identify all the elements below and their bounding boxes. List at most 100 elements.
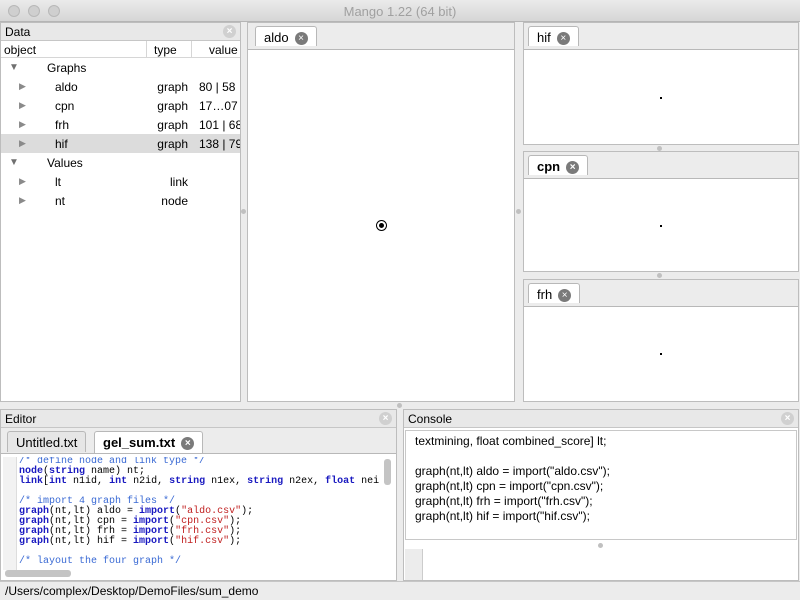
code-token: ); (229, 536, 242, 547)
tab-close-icon[interactable]: × (566, 161, 580, 174)
tab-close-icon[interactable]: × (181, 437, 195, 450)
tab-frh[interactable]: frh × (528, 283, 581, 303)
code-token: /* layout the four graph */ (19, 556, 182, 567)
tab-frh-label: frh (537, 287, 553, 302)
tree-item-type: graph (157, 99, 188, 113)
tree-group-label: Values (47, 156, 83, 170)
tree-group-values[interactable]: ▼ Values (1, 153, 240, 172)
code-token: n2id, (127, 476, 170, 487)
splitter-handle[interactable] (657, 273, 662, 278)
code-token: n1id, (67, 476, 110, 487)
tab-close-icon[interactable]: × (294, 32, 308, 45)
console-prompt-gutter (405, 549, 423, 580)
code-token: ); (241, 506, 254, 517)
code-token: n1ex, (205, 476, 248, 487)
graph-node[interactable] (660, 225, 662, 227)
status-bar: /Users/complex/Desktop/DemoFiles/sum_dem… (0, 581, 800, 600)
code-token: string (247, 476, 284, 487)
tree-item-type: link (169, 175, 188, 189)
tab-hif-label: hif (537, 30, 551, 45)
tree-item-aldo[interactable]: ▶ aldo graph 80 | 58 (1, 77, 240, 96)
splitter-handle[interactable] (241, 209, 246, 214)
console-line: graph(nt,lt) hif = import("hif.csv"); (415, 509, 590, 523)
graph-view-cpn[interactable]: cpn × (523, 151, 799, 272)
console-line: graph(nt,lt) frh = import("frh.csv"); (415, 494, 593, 508)
editor-tab-bar: Untitled.txt gel_sum.txt × (1, 428, 396, 454)
code-token: int (49, 476, 68, 487)
editor-header: Editor × (1, 410, 396, 428)
code-token: (nt,lt) hif = (49, 536, 134, 547)
tree-item-lt[interactable]: ▶ lt link (1, 172, 240, 191)
data-panel: Data × object type value ▼ Graphs ▶ aldo gra… (0, 22, 241, 402)
tab-cpn[interactable]: cpn × (528, 155, 589, 175)
splitter-handle[interactable] (397, 403, 402, 408)
tree-item-type: graph (157, 137, 188, 151)
code-token: string (169, 476, 206, 487)
tab-aldo-label: aldo (264, 30, 289, 45)
code-token: import (133, 536, 170, 547)
status-path: /Users/complex/Desktop/DemoFiles/sum_dem… (5, 584, 259, 598)
column-header-object[interactable]: object (4, 43, 36, 57)
editor-panel: Editor × Untitled.txt gel_sum.txt × /* de… (0, 409, 397, 581)
console-line: graph(nt,lt) cpn = import("cpn.csv"); (415, 479, 604, 493)
tab-hif[interactable]: hif × (528, 26, 579, 46)
window-title: Mango 1.22 (64 bit) (343, 4, 457, 19)
tree-item-nt[interactable]: ▶ nt node (1, 191, 240, 210)
tree-item-frh[interactable]: ▶ frh graph 101 | 68 (1, 115, 240, 134)
tab-close-icon[interactable]: × (556, 32, 570, 45)
tree-group-label: Graphs (47, 61, 87, 75)
console-output[interactable]: textmining, float combined_score] lt; gra… (405, 430, 797, 540)
console-panel: Console × textmining, float combined_sco… (403, 409, 799, 581)
splitter-handle[interactable] (598, 543, 603, 548)
graph-node[interactable] (660, 97, 662, 99)
code-line: link[int n1id, int n2id, string n1ex, st… (19, 477, 379, 487)
code-token: link (19, 476, 44, 487)
console-line: textmining, float combined_score] lt; (415, 434, 607, 448)
tree-item-type: graph (157, 118, 188, 132)
graph-node[interactable] (660, 353, 662, 355)
console-input[interactable] (423, 549, 797, 580)
tree-group-graphs[interactable]: ▼ Graphs (1, 58, 240, 77)
editor-tab-label: Untitled.txt (16, 435, 78, 450)
tab-cpn-label: cpn (537, 159, 561, 174)
code-token: nei (355, 476, 379, 487)
editor-vertical-scrollbar[interactable] (384, 459, 391, 485)
tab-aldo[interactable]: aldo × (255, 26, 317, 46)
collapse-triangle-icon: ▼ (9, 62, 19, 73)
tree-item-type: graph (157, 80, 188, 94)
code-token: "hif.csv" (175, 536, 230, 547)
tree-item-cpn[interactable]: ▶ cpn graph 17…07 (1, 96, 240, 115)
editor-close-icon[interactable]: × (379, 412, 392, 425)
code-area[interactable]: /* define node and link type */node(stri… (19, 457, 379, 570)
data-panel-close-icon[interactable]: × (223, 25, 236, 38)
graph-node[interactable] (377, 221, 386, 230)
code-token: int (109, 476, 128, 487)
tree-item-value: 17…07 (199, 99, 238, 113)
data-panel-title: Data (5, 25, 31, 39)
graph-view-frh[interactable]: frh × (523, 279, 799, 402)
console-header: Console × (404, 410, 798, 428)
editor-tab-gel-sum[interactable]: gel_sum.txt × (94, 431, 204, 453)
tree-item-value: 138 | 79 (199, 137, 240, 151)
editor-tab-untitled[interactable]: Untitled.txt (7, 431, 87, 452)
splitter-handle[interactable] (516, 209, 521, 214)
console-title: Console (408, 412, 453, 426)
tab-close-icon[interactable]: × (558, 289, 572, 302)
console-line: graph(nt,lt) aldo = import("aldo.csv"); (415, 464, 610, 478)
graph-view-main[interactable]: aldo × (247, 22, 515, 402)
column-header-type[interactable]: type (154, 43, 177, 57)
editor-horizontal-scrollbar[interactable] (5, 570, 71, 577)
code-line: /* layout the four graph */ (19, 557, 379, 567)
tree-item-value: 80 | 58 (199, 80, 236, 94)
code-token: float (325, 476, 356, 487)
data-panel-header: Data × (1, 23, 240, 41)
editor-tab-label: gel_sum.txt (103, 435, 176, 450)
code-token: graph (19, 536, 50, 547)
column-header-value[interactable]: value (209, 43, 238, 57)
collapse-triangle-icon: ▼ (9, 157, 19, 168)
tree-item-type: node (161, 194, 188, 208)
graph-view-hif[interactable]: hif × (523, 22, 799, 145)
tree-item-hif[interactable]: ▶ hif graph 138 | 79 (1, 134, 240, 153)
console-close-icon[interactable]: × (781, 412, 794, 425)
